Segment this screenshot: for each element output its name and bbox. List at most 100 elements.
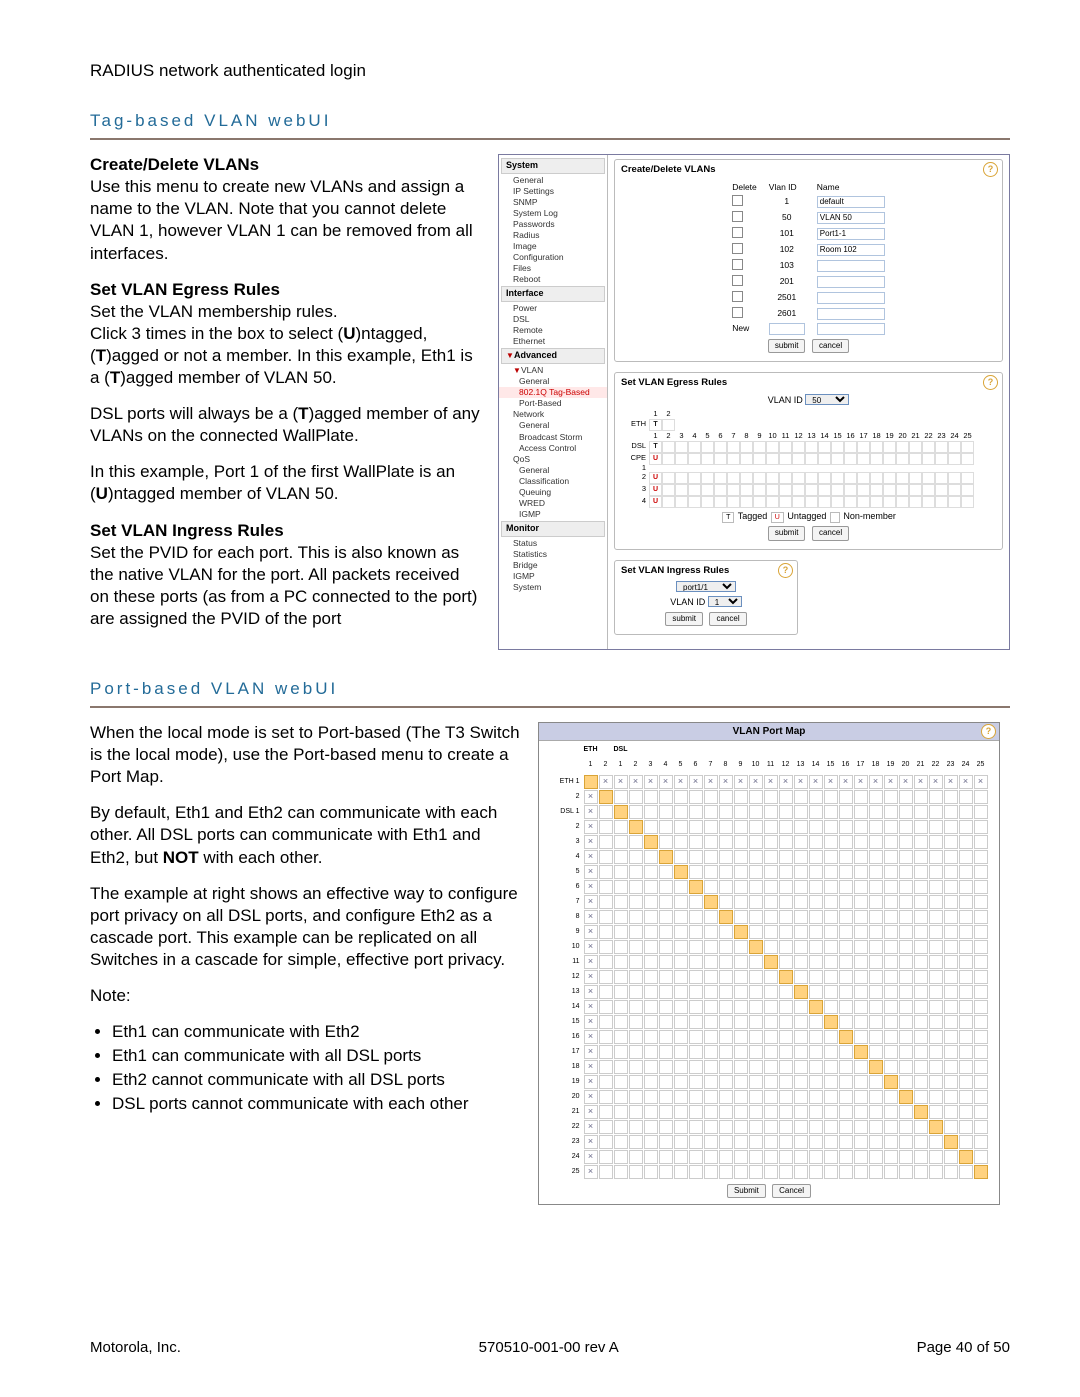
port-map-cell[interactable] bbox=[959, 790, 973, 804]
vlan-name-input[interactable] bbox=[817, 196, 885, 208]
port-map-cell[interactable] bbox=[779, 1135, 793, 1149]
port-map-cell[interactable] bbox=[884, 820, 898, 834]
port-map-cell[interactable] bbox=[959, 1075, 973, 1089]
port-map-cell[interactable] bbox=[929, 1030, 943, 1044]
port-map-cell[interactable] bbox=[794, 880, 808, 894]
port-map-cell[interactable] bbox=[614, 985, 628, 999]
port-map-cell[interactable] bbox=[584, 985, 598, 999]
port-map-cell[interactable] bbox=[794, 1165, 808, 1179]
port-map-cell[interactable] bbox=[674, 955, 688, 969]
port-map-cell[interactable] bbox=[599, 805, 613, 819]
port-map-cell[interactable] bbox=[704, 910, 718, 924]
port-map-cell[interactable] bbox=[689, 925, 703, 939]
port-map-cell[interactable] bbox=[824, 850, 838, 864]
port-map-cell[interactable] bbox=[869, 1135, 883, 1149]
port-map-cell[interactable] bbox=[929, 970, 943, 984]
egress-cell[interactable] bbox=[766, 441, 779, 453]
port-map-cell[interactable] bbox=[794, 940, 808, 954]
port-map-cell[interactable] bbox=[629, 1105, 643, 1119]
delete-checkbox[interactable] bbox=[732, 195, 743, 206]
port-map-cell[interactable] bbox=[584, 850, 598, 864]
port-map-cell[interactable] bbox=[644, 805, 658, 819]
port-map-cell[interactable] bbox=[659, 880, 673, 894]
egress-cell[interactable] bbox=[883, 453, 896, 465]
port-map-cell[interactable] bbox=[629, 1165, 643, 1179]
egress-cell[interactable] bbox=[961, 472, 974, 484]
port-map-cell[interactable] bbox=[944, 835, 958, 849]
port-map-cell[interactable] bbox=[644, 1150, 658, 1164]
delete-checkbox[interactable] bbox=[732, 259, 743, 270]
egress-cell[interactable] bbox=[753, 419, 766, 429]
port-map-cell[interactable] bbox=[959, 940, 973, 954]
port-map-cell[interactable] bbox=[779, 895, 793, 909]
delete-checkbox[interactable] bbox=[732, 243, 743, 254]
port-map-cell[interactable] bbox=[584, 1120, 598, 1134]
port-map-cell[interactable] bbox=[599, 970, 613, 984]
submit-button[interactable]: Submit bbox=[727, 1184, 766, 1198]
port-map-cell[interactable] bbox=[839, 835, 853, 849]
egress-cell[interactable] bbox=[753, 441, 766, 453]
port-map-cell[interactable] bbox=[629, 1000, 643, 1014]
port-map-cell[interactable] bbox=[854, 955, 868, 969]
port-map-cell[interactable] bbox=[764, 820, 778, 834]
port-map-cell[interactable] bbox=[869, 1090, 883, 1104]
port-map-cell[interactable] bbox=[704, 1060, 718, 1074]
port-map-cell[interactable] bbox=[659, 1120, 673, 1134]
port-map-cell[interactable] bbox=[914, 1015, 928, 1029]
port-map-cell[interactable] bbox=[914, 880, 928, 894]
port-map-cell[interactable] bbox=[689, 895, 703, 909]
port-map-cell[interactable] bbox=[974, 1165, 988, 1179]
port-map-cell[interactable] bbox=[809, 985, 823, 999]
egress-cell[interactable] bbox=[662, 472, 675, 484]
port-map-cell[interactable] bbox=[959, 970, 973, 984]
port-map-cell[interactable] bbox=[719, 1075, 733, 1089]
port-map-cell[interactable] bbox=[779, 835, 793, 849]
port-map-cell[interactable] bbox=[839, 1045, 853, 1059]
port-map-cell[interactable] bbox=[869, 820, 883, 834]
port-map-cell[interactable] bbox=[764, 1060, 778, 1074]
port-map-cell[interactable] bbox=[944, 850, 958, 864]
port-map-cell[interactable] bbox=[764, 895, 778, 909]
port-map-cell[interactable] bbox=[854, 865, 868, 879]
port-map-cell[interactable] bbox=[629, 1090, 643, 1104]
port-map-cell[interactable] bbox=[974, 835, 988, 849]
port-map-cell[interactable] bbox=[779, 1000, 793, 1014]
port-map-cell[interactable] bbox=[824, 880, 838, 894]
port-map-cell[interactable] bbox=[914, 850, 928, 864]
port-map-cell[interactable] bbox=[929, 790, 943, 804]
tree-item[interactable]: Power bbox=[499, 303, 607, 314]
port-map-cell[interactable] bbox=[899, 1060, 913, 1074]
port-map-cell[interactable] bbox=[734, 1135, 748, 1149]
port-map-cell[interactable] bbox=[794, 790, 808, 804]
port-map-cell[interactable] bbox=[689, 940, 703, 954]
port-map-cell[interactable] bbox=[704, 865, 718, 879]
port-map-cell[interactable] bbox=[674, 1000, 688, 1014]
port-map-cell[interactable] bbox=[704, 1015, 718, 1029]
port-map-cell[interactable] bbox=[929, 1120, 943, 1134]
egress-cell[interactable] bbox=[961, 419, 974, 429]
port-map-cell[interactable] bbox=[734, 820, 748, 834]
port-map-cell[interactable] bbox=[854, 850, 868, 864]
vlan-name-input[interactable] bbox=[817, 244, 885, 256]
port-map-cell[interactable] bbox=[764, 1015, 778, 1029]
port-map-cell[interactable] bbox=[869, 865, 883, 879]
port-map-cell[interactable] bbox=[899, 955, 913, 969]
port-map-cell[interactable] bbox=[584, 955, 598, 969]
egress-cell[interactable] bbox=[844, 419, 857, 429]
egress-cell[interactable] bbox=[688, 441, 701, 453]
port-map-cell[interactable] bbox=[764, 1165, 778, 1179]
tree-group-system[interactable]: System bbox=[501, 158, 605, 174]
egress-cell[interactable] bbox=[805, 484, 818, 496]
port-map-cell[interactable] bbox=[839, 865, 853, 879]
tree-item[interactable]: Files bbox=[499, 263, 607, 274]
port-map-cell[interactable] bbox=[659, 940, 673, 954]
tree-item[interactable]: System bbox=[499, 582, 607, 593]
port-map-cell[interactable] bbox=[674, 880, 688, 894]
port-map-cell[interactable] bbox=[644, 1045, 658, 1059]
port-map-cell[interactable] bbox=[689, 1045, 703, 1059]
port-map-cell[interactable] bbox=[629, 1135, 643, 1149]
egress-cell[interactable] bbox=[883, 496, 896, 508]
port-map-cell[interactable] bbox=[659, 1045, 673, 1059]
port-map-cell[interactable] bbox=[764, 1045, 778, 1059]
port-map-cell[interactable] bbox=[584, 880, 598, 894]
